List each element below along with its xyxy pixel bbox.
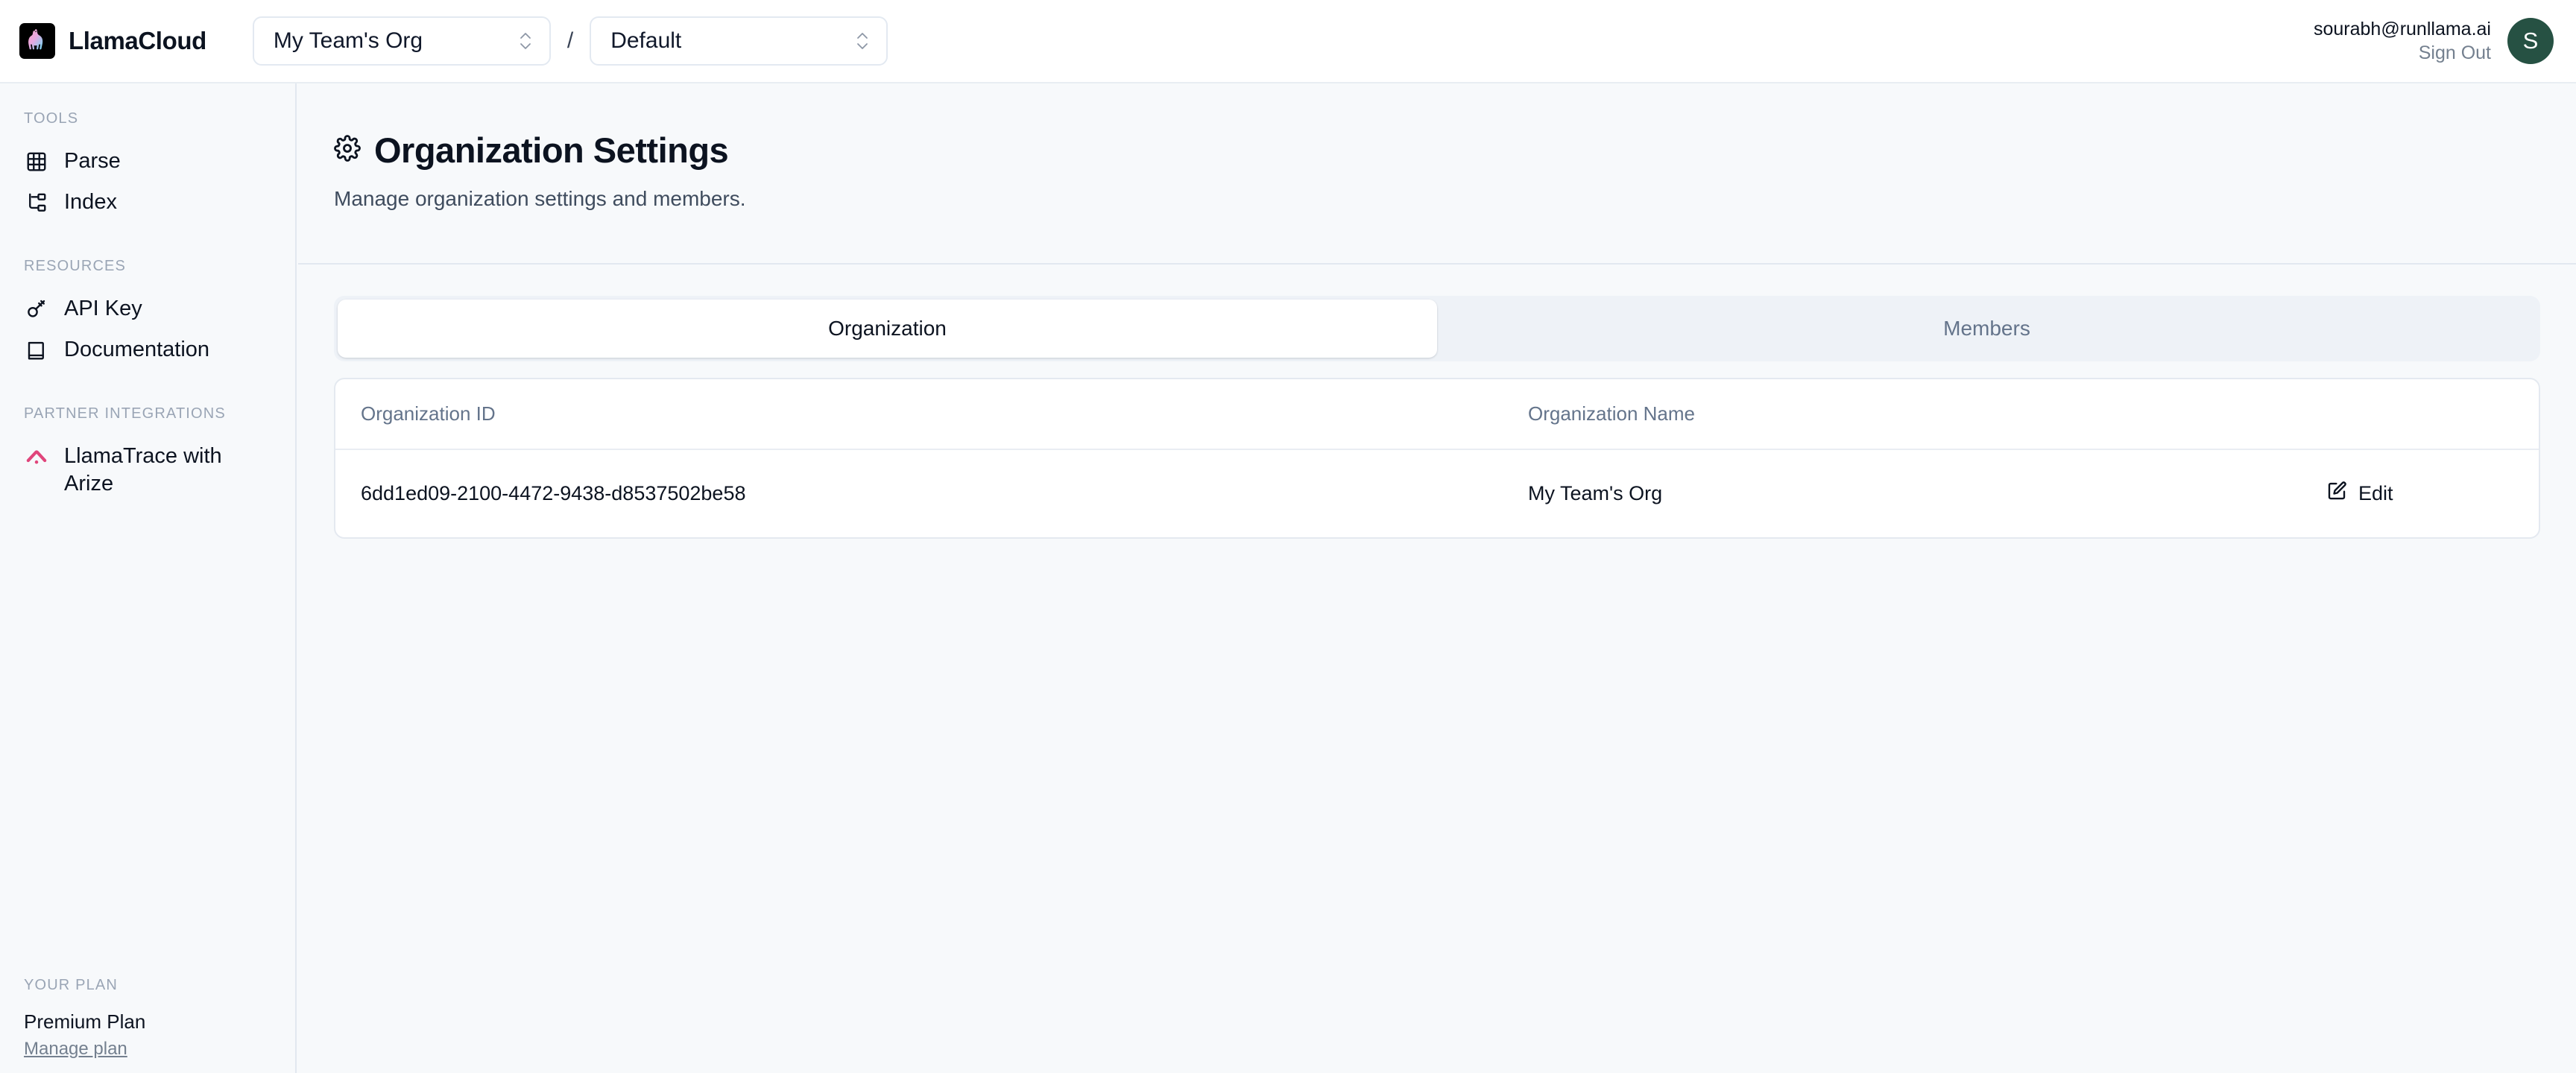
sidebar-item-label: Documentation (64, 337, 210, 361)
organization-table: Organization ID Organization Name 6dd1ed… (334, 378, 2540, 539)
gear-icon (334, 135, 361, 165)
sidebar-group-title: PARTNER INTEGRATIONS (24, 405, 226, 422)
edit-button[interactable]: Edit (2326, 480, 2393, 507)
table-grid-icon (24, 149, 49, 174)
brand-name: LlamaCloud (69, 27, 206, 54)
page-subtitle: Manage organization settings and members… (334, 187, 746, 210)
tab-organization[interactable]: Organization (338, 300, 1437, 358)
arize-chevron-icon (24, 444, 49, 469)
brand-logo[interactable]: LlamaCloud (19, 23, 206, 59)
tabs-container: Organization Members (298, 265, 2576, 361)
key-icon (24, 297, 49, 322)
chevron-up-down-icon (856, 33, 868, 50)
book-icon (24, 338, 49, 363)
sign-out-link[interactable]: Sign Out (2314, 41, 2491, 65)
manage-plan-link[interactable]: Manage plan (24, 1039, 273, 1060)
table-card-container: Organization ID Organization Name 6dd1ed… (298, 361, 2576, 539)
user-email: sourabh@runllama.ai (2313, 19, 2491, 39)
sidebar-group-partner-integrations: PARTNER INTEGRATIONS LlamaTrace with Ari… (0, 405, 295, 504)
page-title: Organization Settings (374, 130, 729, 170)
sidebar-item-documentation[interactable]: Documentation (0, 329, 295, 370)
selector-separator: / (566, 28, 574, 53)
plan-section-title: YOUR PLAN (24, 977, 118, 993)
sidebar-group-tools: TOOLS Parse Index (0, 110, 295, 222)
sidebar-item-index[interactable]: Index (0, 182, 295, 223)
context-selectors: My Team's Org / Default (252, 16, 888, 66)
column-header-organization-id: Organization ID (361, 402, 496, 425)
sidebar-item-api-key[interactable]: API Key (0, 288, 295, 329)
organization-select-value: My Team's Org (273, 28, 423, 53)
page-header: Organization Settings Manage organizatio… (298, 83, 2576, 265)
user-menu: sourabh@runllama.ai Sign Out S (2314, 17, 2554, 65)
sidebar-group-title: TOOLS (24, 110, 79, 127)
sidebar: TOOLS Parse Index RESOURCES API Key Docu… (0, 83, 297, 1073)
sidebar-item-label: LlamaTrace with Arize (64, 444, 222, 496)
edit-button-label: Edit (2358, 482, 2393, 504)
cell-organization-name: My Team's Org (1528, 482, 1663, 504)
main-content: Organization Settings Manage organizatio… (298, 83, 2576, 1073)
hierarchy-tree-icon (24, 190, 49, 215)
tab-list: Organization Members (334, 296, 2540, 361)
sidebar-group-title: RESOURCES (24, 258, 127, 275)
sidebar-item-label: API Key (64, 297, 142, 321)
sidebar-item-llamatrace-with-arize[interactable]: LlamaTrace with Arize (0, 436, 295, 504)
project-select-value: Default (610, 28, 682, 53)
avatar[interactable]: S (2507, 18, 2554, 64)
project-select[interactable]: Default (590, 16, 888, 66)
square-pen-icon (2326, 480, 2348, 507)
table-row: 6dd1ed09-2100-4472-9438-d8537502be58 My … (335, 450, 2539, 537)
chevron-up-down-icon (520, 33, 531, 50)
tab-members[interactable]: Members (1437, 300, 2536, 358)
sidebar-group-resources: RESOURCES API Key Documentation (0, 258, 295, 370)
cell-organization-id: 6dd1ed09-2100-4472-9438-d8537502be58 (361, 482, 746, 504)
top-header: LlamaCloud My Team's Org / Default soura… (0, 0, 2576, 83)
table-header-row: Organization ID Organization Name (335, 379, 2539, 450)
organization-select[interactable]: My Team's Org (252, 16, 551, 66)
llama-logo-icon (19, 23, 55, 59)
plan-section: YOUR PLAN Premium Plan Manage plan (0, 977, 297, 1060)
sidebar-item-label: Parse (64, 149, 121, 173)
sidebar-item-label: Index (64, 189, 117, 214)
column-header-organization-name: Organization Name (1528, 402, 1695, 425)
sidebar-item-parse[interactable]: Parse (0, 141, 295, 182)
plan-name: Premium Plan (24, 1010, 146, 1033)
